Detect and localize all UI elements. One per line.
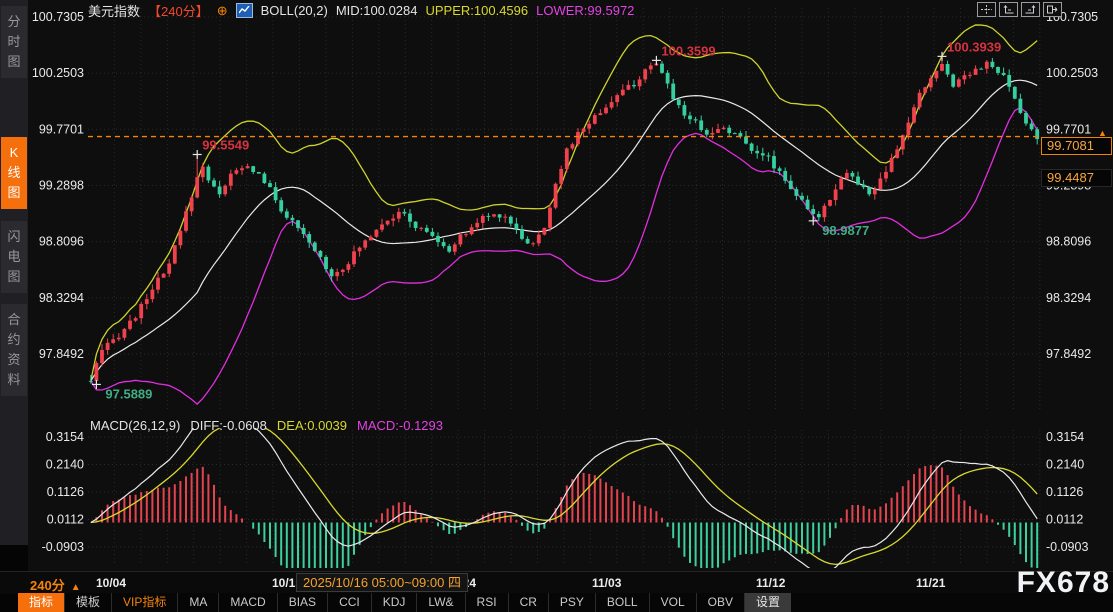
indicator-toolbar: 指标模板VIP指标MAMACDBIASCCIKDJLW&RSICRPSYBOLL… xyxy=(18,593,1113,612)
pan-right-icon[interactable] xyxy=(1043,2,1062,17)
chart-svg[interactable]: 100.7305100.7305100.2503100.250399.77019… xyxy=(0,0,1113,612)
period-label[interactable]: 【240分】 xyxy=(148,1,209,20)
secondary-price-box: 99.4487 xyxy=(1041,169,1112,187)
toolbar-item-4[interactable]: MA xyxy=(178,593,219,612)
svg-text:97.8492: 97.8492 xyxy=(1046,347,1091,361)
toolbar-item-12[interactable]: PSY xyxy=(549,593,596,612)
svg-text:98.9877: 98.9877 xyxy=(822,223,869,238)
svg-text:0.3154: 0.3154 xyxy=(1046,430,1084,444)
toolbar-item-6[interactable]: BIAS xyxy=(278,593,328,612)
symbol-name: 美元指数 xyxy=(88,1,140,20)
svg-text:99.5549: 99.5549 xyxy=(202,137,249,152)
scale-left-icon[interactable] xyxy=(999,2,1018,17)
chart-tool-icons xyxy=(977,2,1062,17)
svg-text:100.3599: 100.3599 xyxy=(661,43,715,58)
triangle-up-icon: ▲ xyxy=(71,582,81,593)
date-label-4: 11/03 xyxy=(592,576,621,590)
macd-bar-value: MACD:-0.1293 xyxy=(357,418,443,433)
date-label-1: 10/04 xyxy=(96,576,126,590)
toolbar-item-11[interactable]: CR xyxy=(509,593,549,612)
hover-tooltip: 2025/10/16 05:00~09:00 四 xyxy=(296,573,468,592)
toolbar-item-5[interactable]: MACD xyxy=(219,593,277,612)
period-selector[interactable]: 240分 ▲ xyxy=(30,575,81,594)
current-price-box: 99.7081 xyxy=(1041,137,1112,155)
price-arrow-icon: ▲ xyxy=(1098,128,1107,138)
svg-text:0.0112: 0.0112 xyxy=(1046,512,1083,526)
toolbar-item-14[interactable]: VOL xyxy=(650,593,697,612)
svg-text:-0.0903: -0.0903 xyxy=(1046,540,1088,554)
svg-text:99.7701: 99.7701 xyxy=(1046,122,1091,136)
svg-text:0.0112: 0.0112 xyxy=(47,512,84,526)
svg-text:98.3294: 98.3294 xyxy=(39,291,84,305)
svg-text:100.2503: 100.2503 xyxy=(32,66,84,80)
axis-labels: 100.7305100.7305100.2503100.250399.77019… xyxy=(32,10,1098,554)
chart-type-icon[interactable] xyxy=(236,3,253,18)
macd-dea-value: DEA:0.0039 xyxy=(277,418,347,433)
link-icon[interactable]: ⊕ xyxy=(217,4,228,17)
boll-upper-value: UPPER:100.4596 xyxy=(426,3,529,18)
chart-header: 美元指数 【240分】 ⊕ BOLL(20,2) MID:100.0284 UP… xyxy=(88,2,634,18)
period-selector-label: 240分 xyxy=(30,578,65,593)
svg-text:100.3939: 100.3939 xyxy=(947,39,1001,54)
toolbar-item-10[interactable]: RSI xyxy=(466,593,509,612)
crosshair-icon[interactable] xyxy=(977,2,996,17)
svg-text:0.1126: 0.1126 xyxy=(47,485,84,499)
boll-label: BOLL(20,2) xyxy=(261,3,328,18)
toolbar-item-7[interactable]: CCI xyxy=(328,593,372,612)
toolbar-item-2[interactable]: 模板 xyxy=(65,593,112,612)
price-annotations: 97.5889 99.5549 100.3599 98.9877 100.3939 xyxy=(92,39,1001,401)
macd-diff-value: DIFF:-0.0608 xyxy=(190,418,267,433)
time-axis: 240分▲ FX678 10/0410/1510/2411/0311/1211/… xyxy=(0,571,1113,594)
boll-mid-value: MID:100.0284 xyxy=(336,3,418,18)
svg-text:99.2898: 99.2898 xyxy=(39,179,84,193)
svg-text:0.3154: 0.3154 xyxy=(46,430,84,444)
scale-right-icon[interactable] xyxy=(1021,2,1040,17)
date-label-5: 11/12 xyxy=(756,576,785,590)
svg-text:0.2140: 0.2140 xyxy=(46,457,84,471)
toolbar-item-3[interactable]: VIP指标 xyxy=(112,593,178,612)
toolbar-item-1[interactable]: 指标 xyxy=(18,593,65,612)
svg-text:0.1126: 0.1126 xyxy=(1046,485,1083,499)
date-label-6: 11/21 xyxy=(916,576,945,590)
grid xyxy=(88,8,1040,566)
toolbar-item-16[interactable]: 设置 xyxy=(745,593,791,612)
svg-text:0.2140: 0.2140 xyxy=(1046,457,1084,471)
toolbar-item-8[interactable]: KDJ xyxy=(372,593,418,612)
svg-text:98.3294: 98.3294 xyxy=(1046,291,1091,305)
svg-text:-0.0903: -0.0903 xyxy=(42,540,84,554)
svg-text:98.8096: 98.8096 xyxy=(39,235,84,249)
svg-text:97.8492: 97.8492 xyxy=(39,347,84,361)
price-pane xyxy=(89,25,1039,404)
toolbar-item-15[interactable]: OBV xyxy=(697,593,745,612)
toolbar-item-9[interactable]: LW& xyxy=(417,593,465,612)
svg-text:99.7701: 99.7701 xyxy=(39,122,84,136)
svg-text:97.5889: 97.5889 xyxy=(105,386,152,401)
macd-label: MACD(26,12,9) xyxy=(90,418,180,433)
trading-app: 分时图K线图闪电图合约资料 100.7305100.7305100.250310… xyxy=(0,0,1113,612)
boll-lower-value: LOWER:99.5972 xyxy=(536,3,634,18)
svg-text:100.2503: 100.2503 xyxy=(1046,66,1098,80)
macd-header: MACD(26,12,9) DIFF:-0.0608 DEA:0.0039 MA… xyxy=(90,418,443,433)
svg-text:98.8096: 98.8096 xyxy=(1046,235,1091,249)
svg-text:100.7305: 100.7305 xyxy=(32,10,84,24)
toolbar-item-13[interactable]: BOLL xyxy=(596,593,650,612)
